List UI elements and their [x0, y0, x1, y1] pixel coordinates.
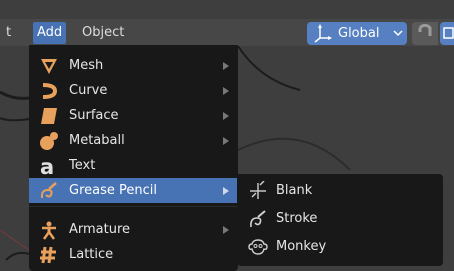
menu-select-partial[interactable]: t: [2, 22, 15, 44]
menu-item-lattice[interactable]: Lattice: [29, 242, 238, 267]
snap-grid-icon: [443, 27, 454, 39]
menu-item-label: Lattice: [69, 247, 114, 262]
menu-item-label: Metaball: [69, 133, 125, 148]
submenu-item-stroke[interactable]: Stroke: [237, 205, 443, 233]
orientation-label: Global: [338, 26, 380, 41]
submenu-item-blank[interactable]: Blank: [237, 177, 443, 205]
orientation-gizmo-icon: [314, 24, 332, 43]
submenu-arrow-icon: [223, 187, 229, 195]
blank-icon: [250, 181, 266, 199]
lattice-icon: [40, 246, 56, 264]
mesh-icon: [41, 59, 57, 74]
menu-item-armature[interactable]: Armature: [29, 217, 238, 242]
curve-icon: [42, 83, 58, 99]
submenu-item-monkey[interactable]: Monkey: [237, 233, 443, 261]
snap-toggle-button[interactable]: [412, 22, 438, 45]
menu-item-label: Armature: [69, 222, 131, 237]
submenu-item-label: Stroke: [276, 211, 318, 226]
submenu-arrow-icon: [223, 87, 229, 95]
menu-item-label: Grease Pencil: [69, 183, 157, 198]
menu-item-label: Surface: [69, 108, 119, 123]
menu-item-label: Curve: [69, 83, 108, 98]
submenu-item-label: Monkey: [276, 239, 327, 254]
add-menu: Mesh Curve Surface Metaball a Text Greas…: [29, 45, 238, 271]
submenu-arrow-icon: [223, 112, 229, 120]
menu-item-mesh[interactable]: Mesh: [29, 53, 238, 78]
menu-item-metaball[interactable]: Metaball: [29, 128, 238, 153]
submenu-arrow-icon: [223, 137, 229, 145]
text-icon: a: [40, 156, 54, 176]
svg-text:a: a: [40, 156, 54, 176]
menu-object[interactable]: Object: [78, 22, 128, 44]
menu-item-curve[interactable]: Curve: [29, 78, 238, 103]
grease-pencil-icon: [40, 182, 57, 199]
menu-item-surface[interactable]: Surface: [29, 103, 238, 128]
magnet-icon: [418, 23, 432, 36]
menu-item-text[interactable]: a Text: [29, 153, 238, 178]
transform-orientation-dropdown[interactable]: Global: [307, 22, 407, 45]
surface-icon: [41, 108, 57, 124]
menu-separator: [29, 206, 238, 207]
monkey-icon: [248, 239, 268, 255]
menu-item-grease-pencil[interactable]: Grease Pencil: [29, 178, 238, 203]
menu-item-label: Mesh: [69, 58, 104, 73]
menu-item-label: Text: [69, 158, 96, 173]
submenu-arrow-icon: [223, 226, 229, 234]
submenu-item-label: Blank: [276, 183, 313, 198]
chevron-down-icon: [393, 30, 403, 37]
grease-pencil-submenu: Blank Stroke Monkey: [237, 174, 443, 266]
menu-add[interactable]: Add: [33, 22, 67, 44]
snap-target-button[interactable]: [440, 22, 454, 45]
submenu-arrow-icon: [223, 62, 229, 70]
metaball-icon: [40, 132, 58, 150]
stroke-icon: [250, 210, 266, 228]
armature-icon: [42, 221, 56, 240]
